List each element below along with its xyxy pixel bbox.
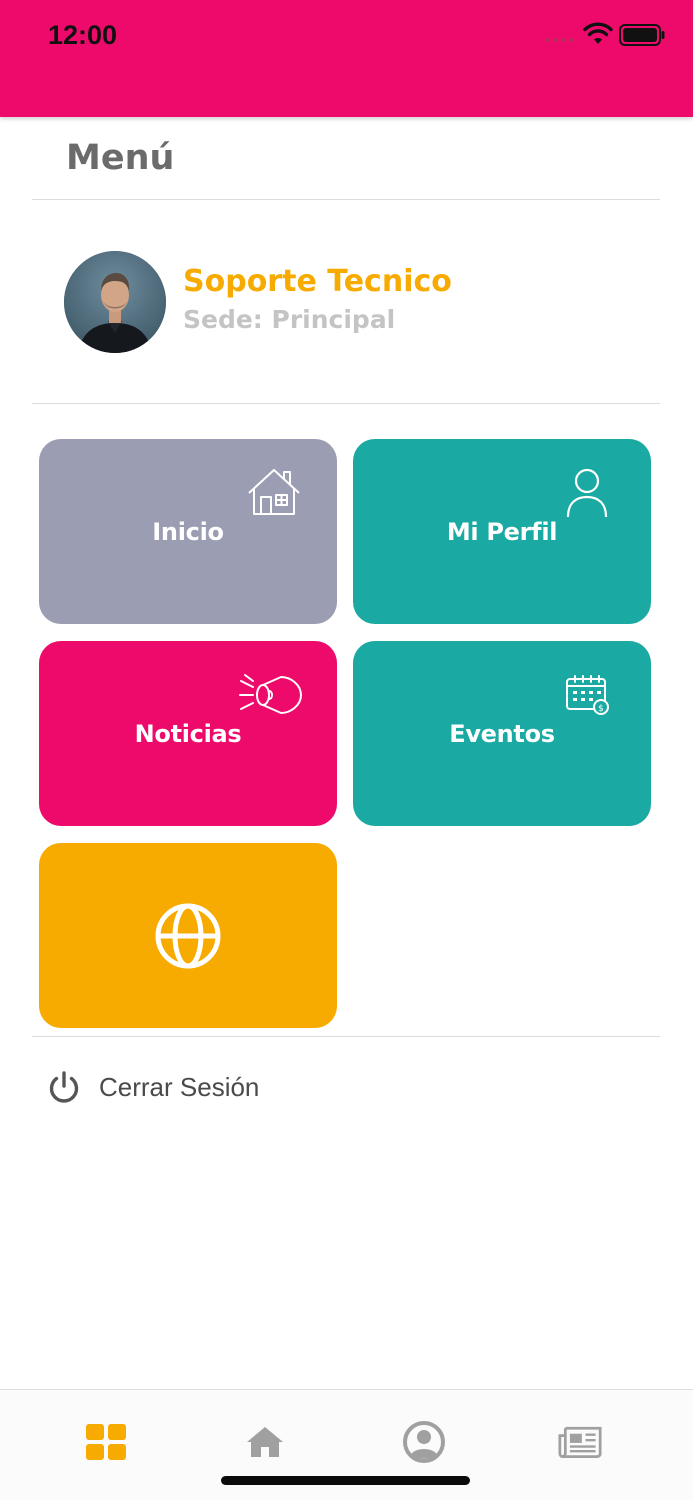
megaphone-icon	[239, 674, 302, 714]
tab-menu[interactable]	[84, 1420, 128, 1464]
svg-text:$: $	[598, 704, 604, 714]
tile-label: Eventos	[449, 719, 555, 748]
battery-icon	[619, 24, 665, 46]
status-bar: 12:00	[0, 0, 693, 117]
logout-button[interactable]: Cerrar Sesión	[99, 1072, 259, 1103]
user-icon	[566, 468, 608, 518]
tile-mi-perfil[interactable]: Mi Perfil	[353, 439, 651, 624]
newspaper-icon	[558, 1426, 602, 1459]
signal-icon	[544, 37, 574, 43]
divider	[32, 199, 660, 200]
divider	[32, 1036, 660, 1037]
tile-web[interactable]	[39, 843, 337, 1028]
profile-sede: Sede: Principal	[183, 305, 396, 334]
tile-inicio[interactable]: Inicio	[39, 439, 337, 624]
avatar	[64, 251, 166, 353]
tile-noticias[interactable]: Noticias	[39, 641, 337, 826]
tile-label: Mi Perfil	[446, 517, 558, 546]
tile-label: Noticias	[134, 719, 242, 748]
wifi-icon	[583, 22, 613, 44]
user-circle-icon	[403, 1421, 445, 1463]
home-icon	[247, 1427, 283, 1457]
divider	[32, 403, 660, 404]
profile-name: Soporte Tecnico	[183, 264, 452, 299]
power-icon[interactable]	[48, 1071, 80, 1105]
tile-eventos[interactable]: $ Eventos	[353, 641, 651, 826]
globe-icon	[155, 903, 221, 968]
status-time: 12:00	[48, 20, 118, 50]
house-icon	[248, 469, 300, 515]
home-indicator	[221, 1476, 470, 1485]
page-title: Menú	[66, 138, 175, 178]
calendar-icon: $	[566, 675, 609, 715]
grid-icon	[86, 1424, 126, 1460]
tab-home[interactable]	[243, 1420, 287, 1464]
tab-news[interactable]	[558, 1420, 602, 1464]
tile-label: Inicio	[152, 517, 224, 546]
tab-profile[interactable]	[402, 1420, 446, 1464]
